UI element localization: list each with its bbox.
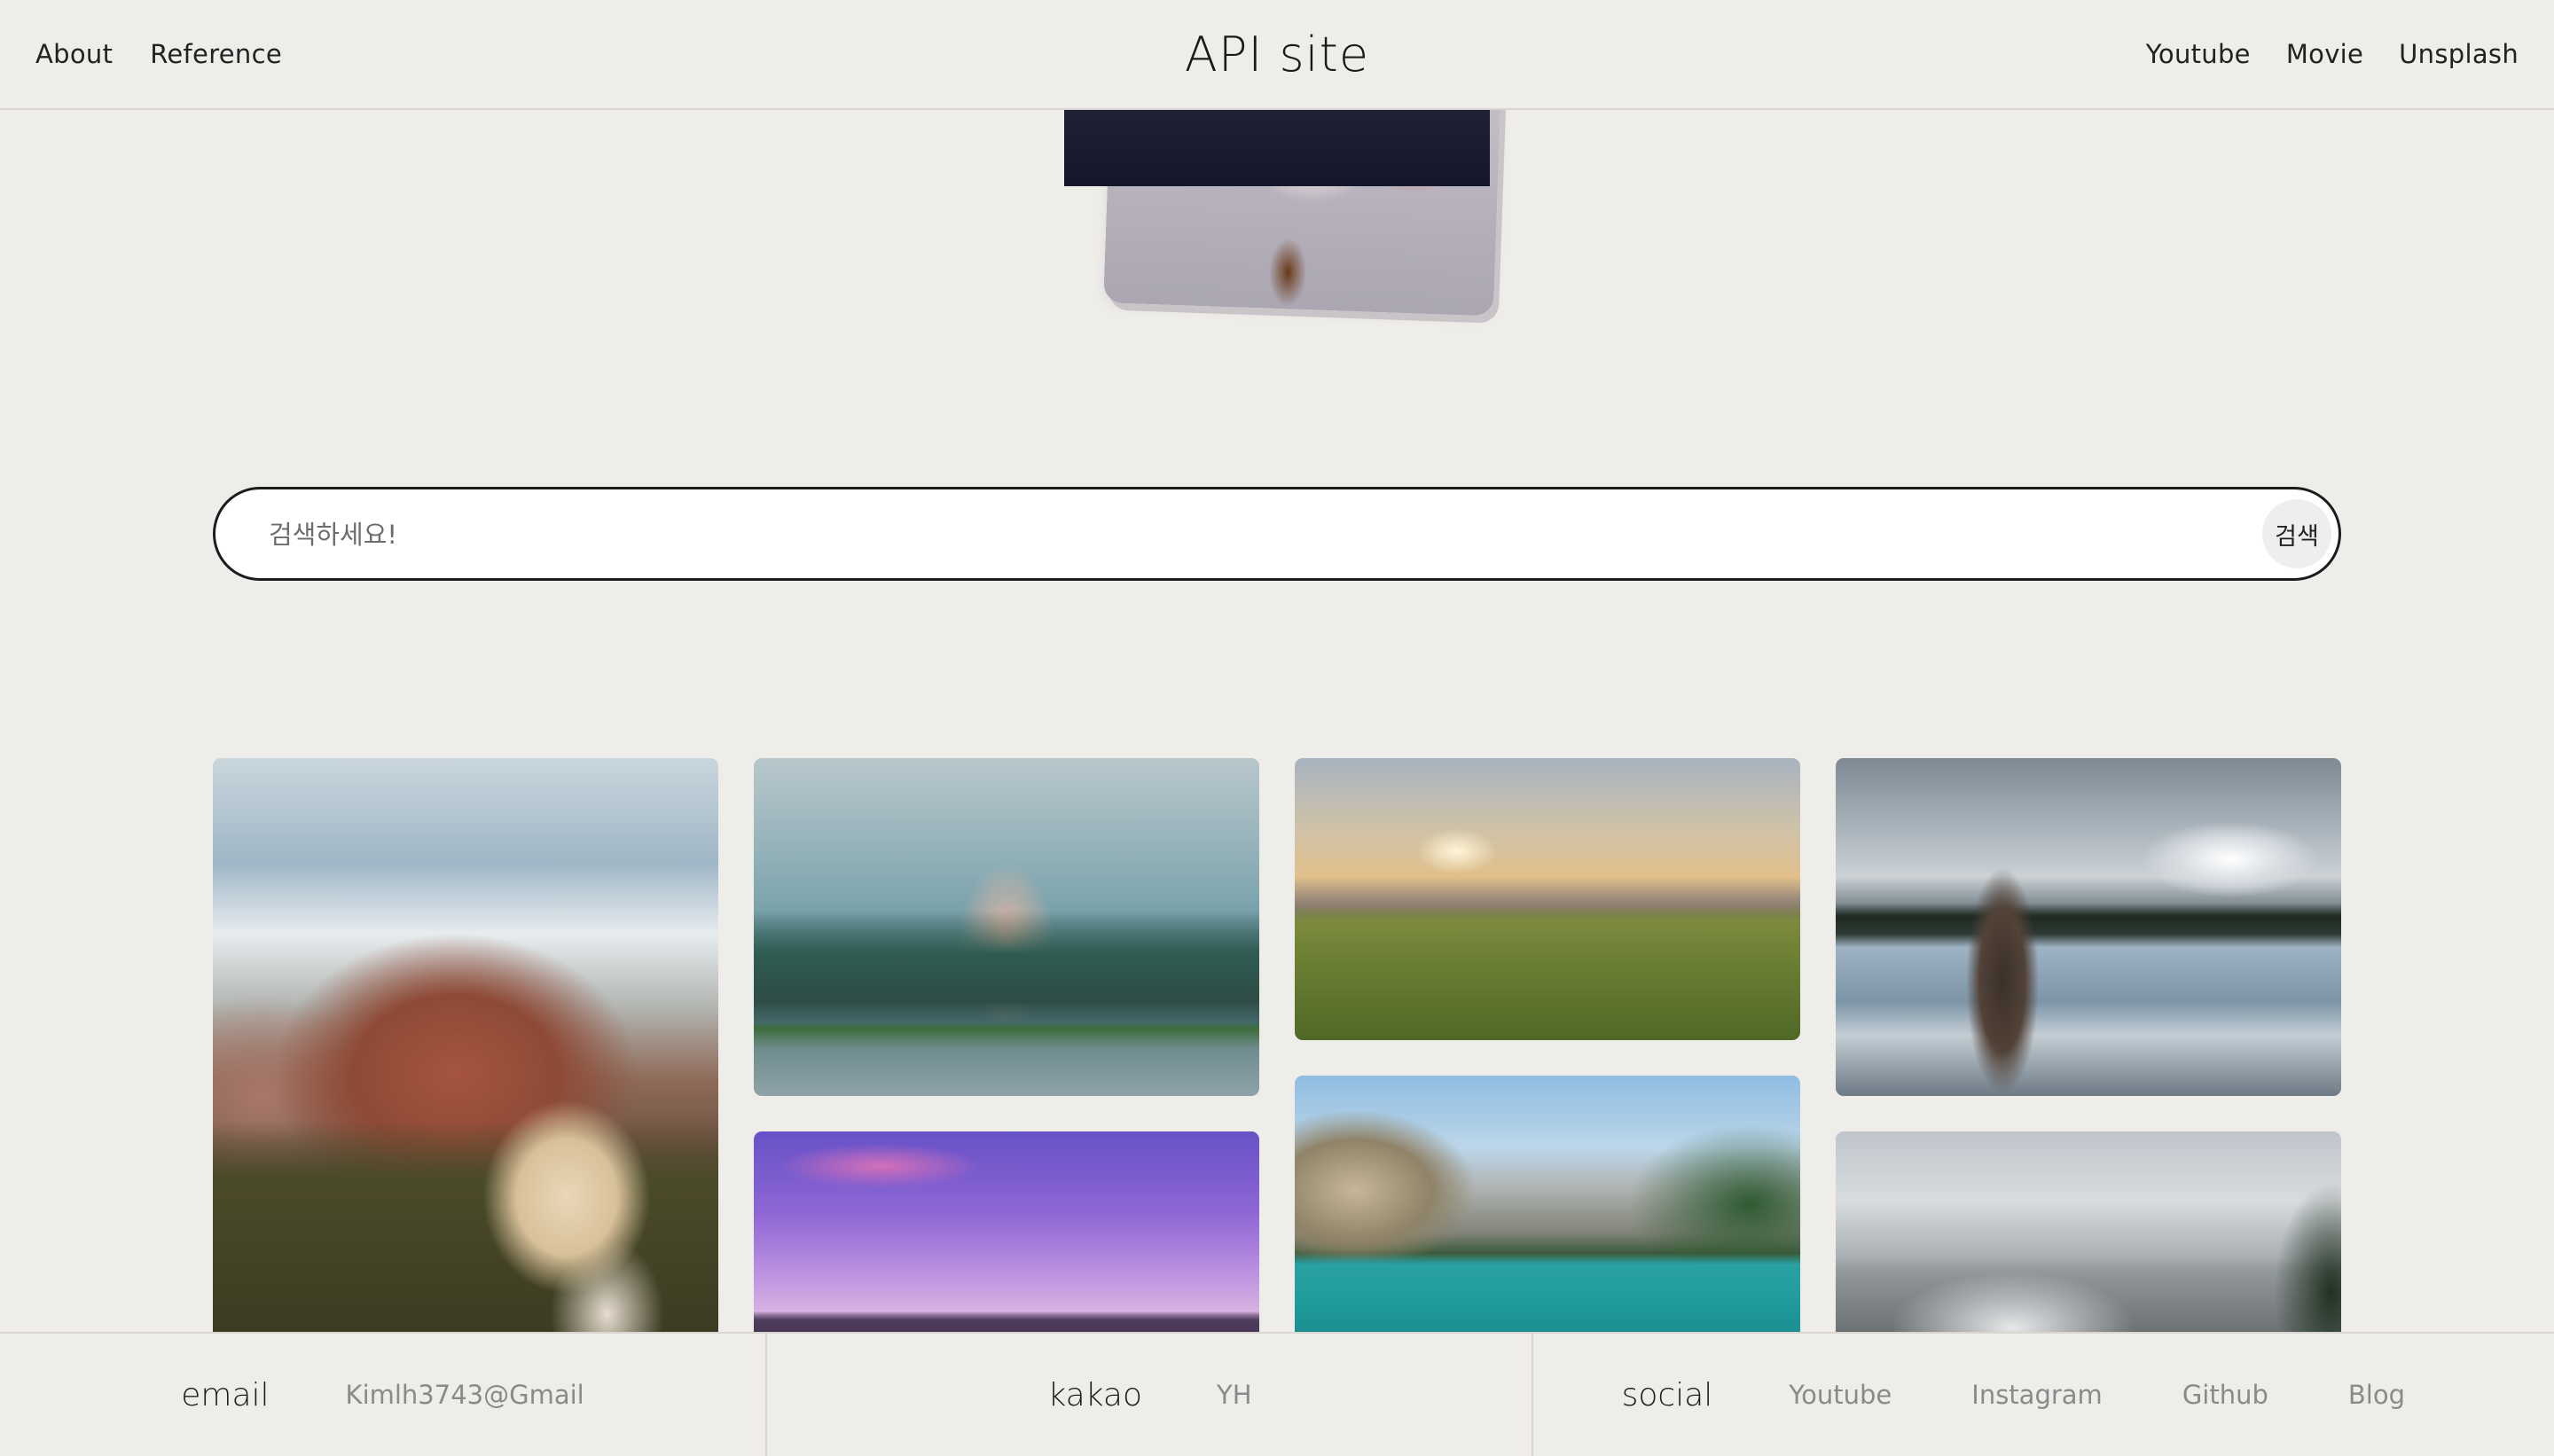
footer-email: email Kimlh3743@Gmail bbox=[0, 1334, 765, 1456]
footer-youtube-link[interactable]: Youtube bbox=[1789, 1380, 1892, 1410]
nav-youtube-link[interactable]: Youtube bbox=[2146, 39, 2251, 69]
nav-right: Youtube Movie Unsplash bbox=[2146, 0, 2519, 108]
site-title[interactable]: API site bbox=[1185, 27, 1369, 82]
search-bar: 검색 bbox=[213, 487, 2341, 581]
footer-kakao-value[interactable]: YH bbox=[1217, 1380, 1252, 1410]
footer-social-heading: social bbox=[1621, 1376, 1713, 1413]
nav-about-link[interactable]: About bbox=[35, 39, 113, 69]
photo-turquoise-lake[interactable] bbox=[1295, 1076, 1800, 1362]
photo-cloudy-mountains[interactable] bbox=[1836, 1131, 2341, 1362]
nav-reference-link[interactable]: Reference bbox=[150, 39, 282, 69]
footer-instagram-link[interactable]: Instagram bbox=[1971, 1380, 2103, 1410]
photo-forest-valley-river[interactable] bbox=[754, 758, 1259, 1096]
photo-meadow-sunset[interactable] bbox=[1295, 758, 1800, 1040]
nav-movie-link[interactable]: Movie bbox=[2286, 39, 2363, 69]
footer-blog-link[interactable]: Blog bbox=[2348, 1380, 2405, 1410]
hero-dark-band bbox=[1064, 110, 1490, 186]
footer-kakao-heading: kakao bbox=[1047, 1376, 1143, 1413]
footer-email-heading: email bbox=[181, 1376, 270, 1413]
footer-github-link[interactable]: Github bbox=[2182, 1380, 2268, 1410]
site-header: About Reference API site Youtube Movie U… bbox=[0, 0, 2554, 110]
search-input[interactable] bbox=[267, 489, 2221, 580]
nav-unsplash-link[interactable]: Unsplash bbox=[2399, 39, 2519, 69]
footer-social: social Youtube Instagram Github Blog bbox=[1532, 1334, 2554, 1456]
photo-woman-canyon[interactable] bbox=[213, 758, 718, 1343]
nav-left: About Reference bbox=[35, 0, 282, 108]
footer-kakao: kakao YH bbox=[765, 1334, 1532, 1456]
footer-email-value[interactable]: Kimlh3743@Gmail bbox=[346, 1380, 584, 1410]
site-footer: email Kimlh3743@Gmail kakao YH social Yo… bbox=[0, 1332, 2554, 1456]
hero-image bbox=[1064, 0, 1525, 317]
photo-woman-lake-hat[interactable] bbox=[1836, 758, 2341, 1096]
search-button[interactable]: 검색 bbox=[2262, 499, 2331, 568]
photo-purple-sunset[interactable] bbox=[754, 1131, 1259, 1362]
